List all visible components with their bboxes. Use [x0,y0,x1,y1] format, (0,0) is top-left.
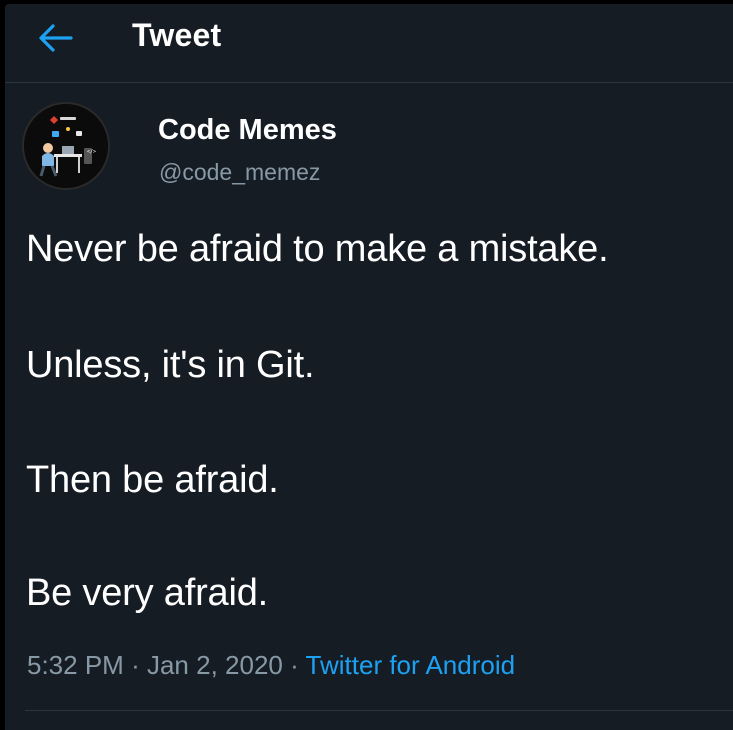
tweet-line: Never be afraid to make a mistake. [26,228,609,270]
svg-text:</>: </> [87,149,96,155]
back-button[interactable] [35,22,75,54]
page-title: Tweet [132,17,222,53]
divider [25,710,733,711]
tweet-time[interactable]: 5:32 PM [27,650,124,680]
arrow-left-icon [39,24,73,52]
author-name[interactable]: Code Memes [158,114,337,147]
avatar[interactable]: </> [22,102,110,190]
developer-at-desk-avatar-icon: </> [24,104,108,188]
tweet-line: Then be afraid. [26,459,279,501]
author-handle[interactable]: @code_memez [159,159,320,186]
meta-separator: · [131,650,140,680]
meta-separator: · [290,650,299,680]
tweet-source-link[interactable]: Twitter for Android [306,650,516,680]
tweet-line: Be very afraid. [26,572,268,614]
tweet-page: Tweet </> Code Memes @code_memez Never b… [5,4,733,730]
tweet-metadata: 5:32 PM · Jan 2, 2020 · Twitter for Andr… [27,650,515,681]
top-bar: Tweet [5,4,733,83]
tweet-date[interactable]: Jan 2, 2020 [147,650,283,680]
tweet-line: Unless, it's in Git. [26,344,315,386]
